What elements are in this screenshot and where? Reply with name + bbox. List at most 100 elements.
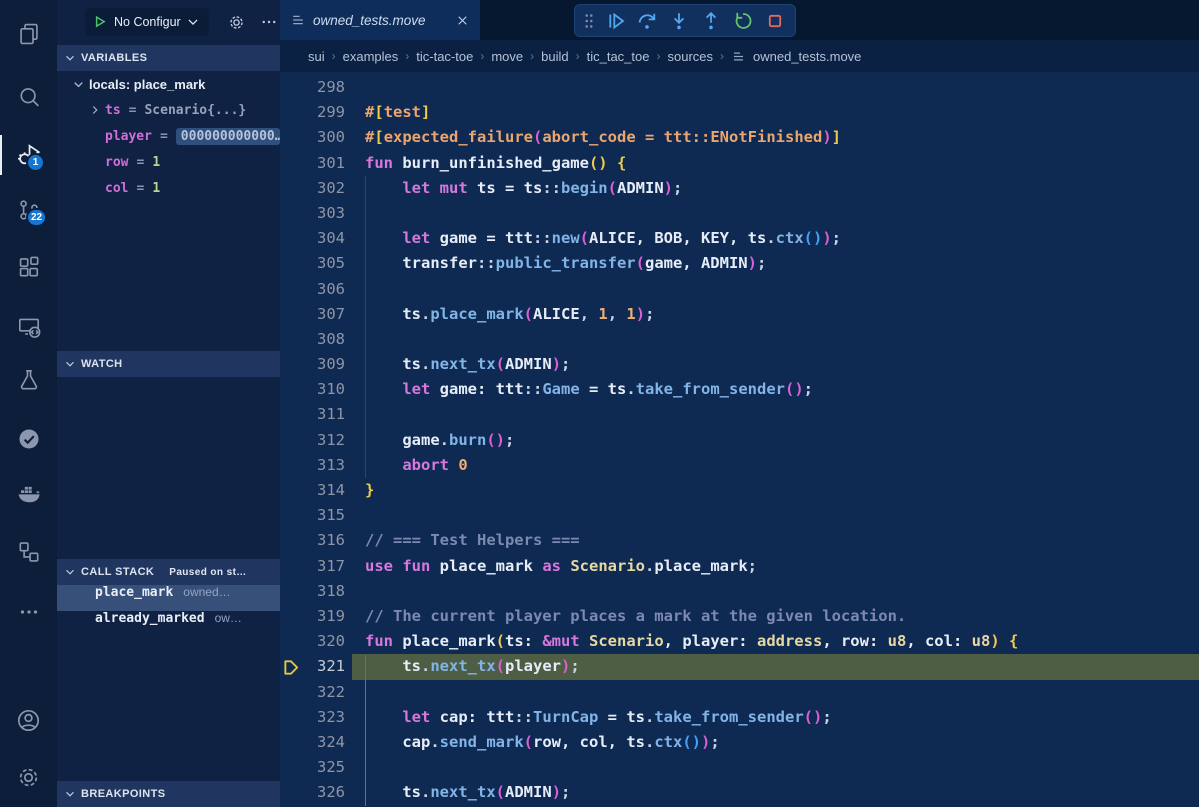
breadcrumb-item-sources[interactable]: sources	[667, 49, 713, 64]
line-text[interactable]: // The current player places a mark at t…	[352, 604, 1199, 629]
restart-button[interactable]	[728, 7, 758, 35]
code-line-315[interactable]: 315	[280, 503, 1199, 528]
toolbar-drag-grip[interactable]	[580, 11, 598, 31]
line-text[interactable]: // === Test Helpers ===	[352, 528, 1199, 553]
line-text[interactable]: ts.next_tx(ADMIN);	[352, 352, 1199, 377]
line-text[interactable]: game.burn();	[352, 428, 1199, 453]
line-number-299[interactable]: 299	[280, 100, 352, 125]
code-line-314[interactable]: 314}	[280, 478, 1199, 503]
section-header-variables[interactable]: VARIABLES	[57, 45, 280, 71]
line-number-321[interactable]: 321	[280, 654, 352, 679]
breadcrumb-item-tic-tac-toe[interactable]: tic-tac-toe	[416, 49, 473, 64]
views-more-actions[interactable]	[260, 13, 278, 31]
code-line-325[interactable]: 325	[280, 755, 1199, 780]
code-line-310[interactable]: 310 let game: ttt::Game = ts.take_from_s…	[280, 377, 1199, 402]
code-line-299[interactable]: 299#[test]	[280, 100, 1199, 125]
step-out-button[interactable]	[696, 7, 726, 35]
line-number-309[interactable]: 309	[280, 352, 352, 377]
line-number-305[interactable]: 305	[280, 251, 352, 276]
tab-owned-tests-move[interactable]: owned_tests.move	[280, 0, 480, 40]
code-line-306[interactable]: 306	[280, 277, 1199, 302]
debug-settings-gear[interactable]	[227, 13, 246, 32]
line-text[interactable]: abort 0	[352, 453, 1199, 478]
code-line-320[interactable]: 320fun place_mark(ts: &mut Scenario, pla…	[280, 629, 1199, 654]
line-number-303[interactable]: 303	[280, 201, 352, 226]
line-text[interactable]: cap.send_mark(row, col, ts.ctx());	[352, 730, 1199, 755]
line-number-319[interactable]: 319	[280, 604, 352, 629]
code-line-318[interactable]: 318	[280, 579, 1199, 604]
line-number-315[interactable]: 315	[280, 503, 352, 528]
code-line-323[interactable]: 323 let cap: ttt::TurnCap = ts.take_from…	[280, 705, 1199, 730]
line-number-317[interactable]: 317	[280, 554, 352, 579]
variable-row-row[interactable]: row=1	[57, 149, 280, 175]
line-number-300[interactable]: 300	[280, 125, 352, 150]
line-number-306[interactable]: 306	[280, 277, 352, 302]
line-text[interactable]	[352, 277, 1199, 302]
activity-item-settings[interactable]	[0, 755, 57, 799]
code-line-301[interactable]: 301fun burn_unfinished_game() {	[280, 151, 1199, 176]
line-text[interactable]: let game: ttt::Game = ts.take_from_sende…	[352, 377, 1199, 402]
line-number-316[interactable]: 316	[280, 528, 352, 553]
activity-item-testing[interactable]	[0, 358, 57, 402]
line-number-311[interactable]: 311	[280, 402, 352, 427]
line-number-314[interactable]: 314	[280, 478, 352, 503]
line-text[interactable]: }	[352, 478, 1199, 503]
activity-item-remote-explorer[interactable]	[0, 305, 57, 349]
variables-scope-row[interactable]: locals: place_mark	[57, 71, 280, 97]
stack-frame-place_mark[interactable]: place_markowned…	[57, 585, 280, 611]
code-line-311[interactable]: 311	[280, 402, 1199, 427]
code-editor[interactable]: 298299#[test]300#[expected_failure(abort…	[280, 72, 1199, 807]
code-line-302[interactable]: 302 let mut ts = ts::begin(ADMIN);	[280, 176, 1199, 201]
line-number-320[interactable]: 320	[280, 629, 352, 654]
code-line-304[interactable]: 304 let game = ttt::new(ALICE, BOB, KEY,…	[280, 226, 1199, 251]
code-line-319[interactable]: 319// The current player places a mark a…	[280, 604, 1199, 629]
line-number-318[interactable]: 318	[280, 579, 352, 604]
code-line-313[interactable]: 313 abort 0	[280, 453, 1199, 478]
section-header-watch[interactable]: WATCH	[57, 351, 280, 377]
line-text[interactable]: fun burn_unfinished_game() {	[352, 151, 1199, 176]
code-line-308[interactable]: 308	[280, 327, 1199, 352]
line-text[interactable]: let game = ttt::new(ALICE, BOB, KEY, ts.…	[352, 226, 1199, 251]
code-line-303[interactable]: 303	[280, 201, 1199, 226]
line-number-302[interactable]: 302	[280, 176, 352, 201]
line-text[interactable]: fun place_mark(ts: &mut Scenario, player…	[352, 629, 1199, 654]
variable-row-col[interactable]: col=1	[57, 175, 280, 201]
continue-button[interactable]	[600, 7, 630, 35]
code-line-326[interactable]: 326 ts.next_tx(ADMIN);	[280, 780, 1199, 805]
line-text[interactable]: #[expected_failure(abort_code = ttt::ENo…	[352, 125, 1199, 150]
breadcrumb-item-tic_tac_toe[interactable]: tic_tac_toe	[587, 49, 650, 64]
line-number-310[interactable]: 310	[280, 377, 352, 402]
line-text[interactable]: let cap: ttt::TurnCap = ts.take_from_sen…	[352, 705, 1199, 730]
variable-row-player[interactable]: player=000000000000…	[57, 123, 280, 149]
code-line-300[interactable]: 300#[expected_failure(abort_code = ttt::…	[280, 125, 1199, 150]
line-text[interactable]	[352, 402, 1199, 427]
line-text[interactable]: ts.place_mark(ALICE, 1, 1);	[352, 302, 1199, 327]
line-number-307[interactable]: 307	[280, 302, 352, 327]
line-text[interactable]: transfer::public_transfer(game, ADMIN);	[352, 251, 1199, 276]
code-line-322[interactable]: 322	[280, 680, 1199, 705]
code-line-316[interactable]: 316// === Test Helpers ===	[280, 528, 1199, 553]
line-text[interactable]	[352, 579, 1199, 604]
code-line-321[interactable]: 321 ts.next_tx(player);	[280, 654, 1199, 679]
line-number-301[interactable]: 301	[280, 151, 352, 176]
activity-item-search[interactable]	[0, 75, 57, 119]
code-line-298[interactable]: 298	[280, 75, 1199, 100]
section-header-breakpoints[interactable]: BREAKPOINTS	[57, 781, 280, 807]
step-over-button[interactable]	[632, 7, 662, 35]
line-text[interactable]: ts.next_tx(ADMIN);	[352, 780, 1199, 805]
activity-item-docker[interactable]	[0, 472, 57, 516]
line-number-322[interactable]: 322	[280, 680, 352, 705]
debug-config-dropdown[interactable]: No Configur	[85, 8, 209, 36]
line-number-308[interactable]: 308	[280, 327, 352, 352]
line-text[interactable]	[352, 680, 1199, 705]
code-line-317[interactable]: 317use fun place_mark as Scenario.place_…	[280, 554, 1199, 579]
breadcrumb-item-build[interactable]: build	[541, 49, 568, 64]
stop-button[interactable]	[760, 7, 790, 35]
line-number-326[interactable]: 326	[280, 780, 352, 805]
variable-row-ts[interactable]: ts=Scenario{...}	[57, 97, 280, 123]
breadcrumb-item-move[interactable]: move	[491, 49, 523, 64]
section-header-call-stack[interactable]: CALL STACK Paused on st…	[57, 559, 280, 585]
line-text[interactable]	[352, 503, 1199, 528]
step-into-button[interactable]	[664, 7, 694, 35]
activity-item-hierarchy[interactable]	[0, 530, 57, 574]
